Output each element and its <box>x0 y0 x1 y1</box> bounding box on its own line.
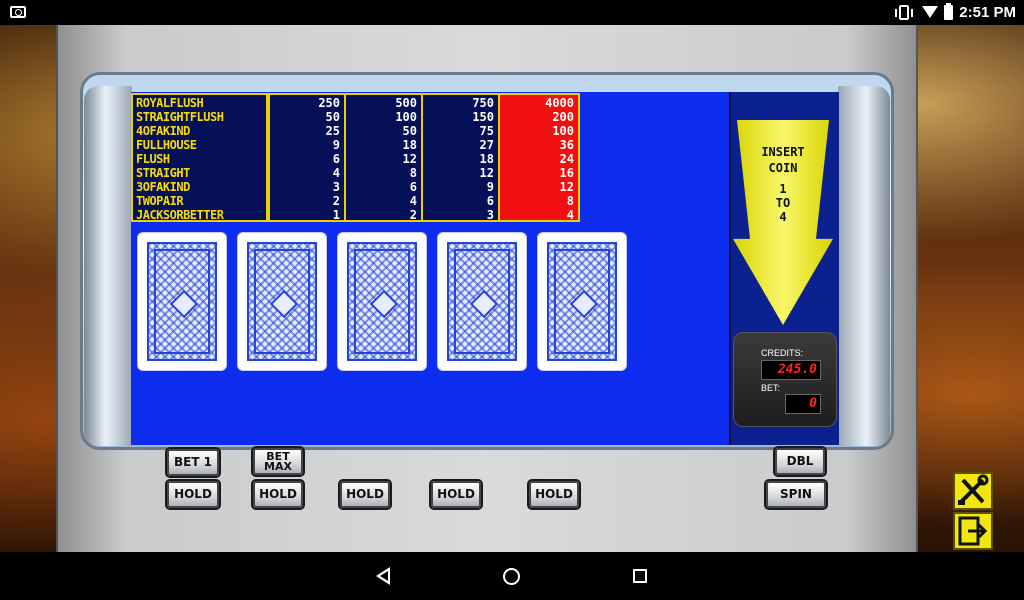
card-back-pattern <box>247 242 317 361</box>
paytable-hand-name: ROYALFLUSH <box>136 96 204 110</box>
paytable-payout: 9 <box>486 180 494 194</box>
insert-coin-text: INSERT <box>761 145 805 159</box>
insert-coin-arrow: INSERT COIN 1 TO 4 <box>733 120 833 325</box>
hold-button-4[interactable]: HOLD <box>431 481 481 508</box>
paytable-payout: 16 <box>559 166 574 180</box>
paytable-payout: 6 <box>486 194 494 208</box>
card-1[interactable] <box>137 232 227 371</box>
wifi-icon <box>922 6 938 18</box>
paytable-payout: 12 <box>402 152 417 166</box>
paytable-payout: 2 <box>409 208 417 222</box>
card-2[interactable] <box>237 232 327 371</box>
paytable-payout: 12 <box>479 166 494 180</box>
camera-icon <box>10 6 26 18</box>
paytable-hand-name: FLUSH <box>136 152 170 166</box>
bet-label: BET: <box>761 383 781 393</box>
paytable-bet4-column: 4000 200 100 36 24 16 12 8 4 <box>498 93 580 222</box>
paytable-payout: 18 <box>479 152 494 166</box>
insert-coin-text: COIN <box>768 161 798 175</box>
paytable-hand-name: JACKSORBETTER <box>136 208 224 222</box>
paytable-hands-column: ROYALFLUSH STRAIGHTFLUSH 4OFAKIND FULLHOUSE… <box>131 93 268 222</box>
card-back-pattern <box>447 242 517 361</box>
recent-apps-icon[interactable] <box>633 569 647 583</box>
paytable-payout: 8 <box>409 166 417 180</box>
paytable-hand-name: TWOPAIR <box>136 194 184 208</box>
paytable-payout: 4 <box>332 166 340 180</box>
credits-panel: CREDITS: 245.0 BET: 0 <box>733 332 837 427</box>
bezel-right-pillar <box>838 86 890 446</box>
spin-button[interactable]: SPIN <box>766 481 826 508</box>
paytable-payout: 4 <box>566 208 574 222</box>
double-up-button[interactable]: DBL UP <box>775 448 825 491</box>
settings-tools-button[interactable] <box>953 472 993 510</box>
insert-coin-text: TO <box>775 196 791 210</box>
paytable-payout: 75 <box>479 124 494 138</box>
card-5[interactable] <box>537 232 627 371</box>
paytable-bet1-column: 250 50 25 9 6 4 3 2 1 <box>268 93 346 222</box>
paytable-payout: 1 <box>332 208 340 222</box>
card-back-pattern <box>347 242 417 361</box>
exit-button[interactable] <box>953 512 993 550</box>
credits-display: 245.0 <box>761 360 821 380</box>
insert-coin-text: 4 <box>779 210 787 224</box>
credits-label: CREDITS: <box>761 348 804 358</box>
paytable-payout: 18 <box>402 138 417 152</box>
back-icon[interactable] <box>376 567 390 585</box>
paytable-payout: 3 <box>332 180 340 194</box>
paytable-payout: 200 <box>552 110 574 124</box>
clock: 2:51 PM <box>959 4 1016 21</box>
paytable-payout: 4 <box>409 194 417 208</box>
paytable-payout: 50 <box>402 124 417 138</box>
bezel-left-pillar <box>84 86 132 446</box>
paytable-payout: 3 <box>486 208 494 222</box>
paytable-payout: 12 <box>559 180 574 194</box>
bet-max-label-line2: MAX <box>264 460 292 473</box>
hold-button-5[interactable]: HOLD <box>529 481 579 508</box>
exit-icon <box>958 516 988 546</box>
paytable-payout: 25 <box>325 124 340 138</box>
paytable-hand-name: 3OFAKIND <box>136 180 190 194</box>
paytable-payout: 2 <box>332 194 340 208</box>
card-back-pattern <box>547 242 617 361</box>
paytable-payout: 750 <box>472 96 494 110</box>
card-4[interactable] <box>437 232 527 371</box>
paytable-payout: 6 <box>332 152 340 166</box>
home-icon[interactable] <box>503 568 520 585</box>
card-back-pattern <box>147 242 217 361</box>
bet-1-button[interactable]: BET 1 <box>167 449 219 476</box>
paytable-bet2-column: 500 100 50 18 12 8 6 4 2 <box>344 93 423 222</box>
paytable-payout: 50 <box>325 110 340 124</box>
paytable-payout: 250 <box>318 96 340 110</box>
paytable-payout: 36 <box>559 138 574 152</box>
paytable-payout: 27 <box>479 138 494 152</box>
paytable-payout: 9 <box>332 138 340 152</box>
paytable-payout: 500 <box>395 96 417 110</box>
status-bar: 2:51 PM <box>0 0 1024 25</box>
wrench-screwdriver-icon <box>958 474 989 505</box>
hold-button-2[interactable]: HOLD <box>253 481 303 508</box>
paytable-hand-name: STRAIGHTFLUSH <box>136 110 224 124</box>
paytable-hand-name: FULLHOUSE <box>136 138 197 152</box>
paytable: ROYALFLUSH STRAIGHTFLUSH 4OFAKIND FULLHOUSE… <box>131 93 580 222</box>
paytable-payout: 6 <box>409 180 417 194</box>
paytable-bet3-column: 750 150 75 27 18 12 9 6 3 <box>421 93 500 222</box>
paytable-payout: 100 <box>552 124 574 138</box>
paytable-payout: 24 <box>559 152 574 166</box>
paytable-hand-name: STRAIGHT <box>136 166 190 180</box>
paytable-hand-name: 4OFAKIND <box>136 124 190 138</box>
paytable-payout: 4000 <box>545 96 574 110</box>
insert-coin-text: 1 <box>779 182 787 196</box>
bet-max-button[interactable]: BET MAX <box>253 448 303 475</box>
paytable-payout: 100 <box>395 110 417 124</box>
bet-display: 0 <box>785 394 821 414</box>
vibrate-icon <box>895 5 913 20</box>
paytable-payout: 8 <box>566 194 574 208</box>
battery-icon <box>944 3 953 20</box>
paytable-payout: 150 <box>472 110 494 124</box>
hold-button-3[interactable]: HOLD <box>340 481 390 508</box>
card-3[interactable] <box>337 232 427 371</box>
hold-button-1[interactable]: HOLD <box>167 481 219 508</box>
